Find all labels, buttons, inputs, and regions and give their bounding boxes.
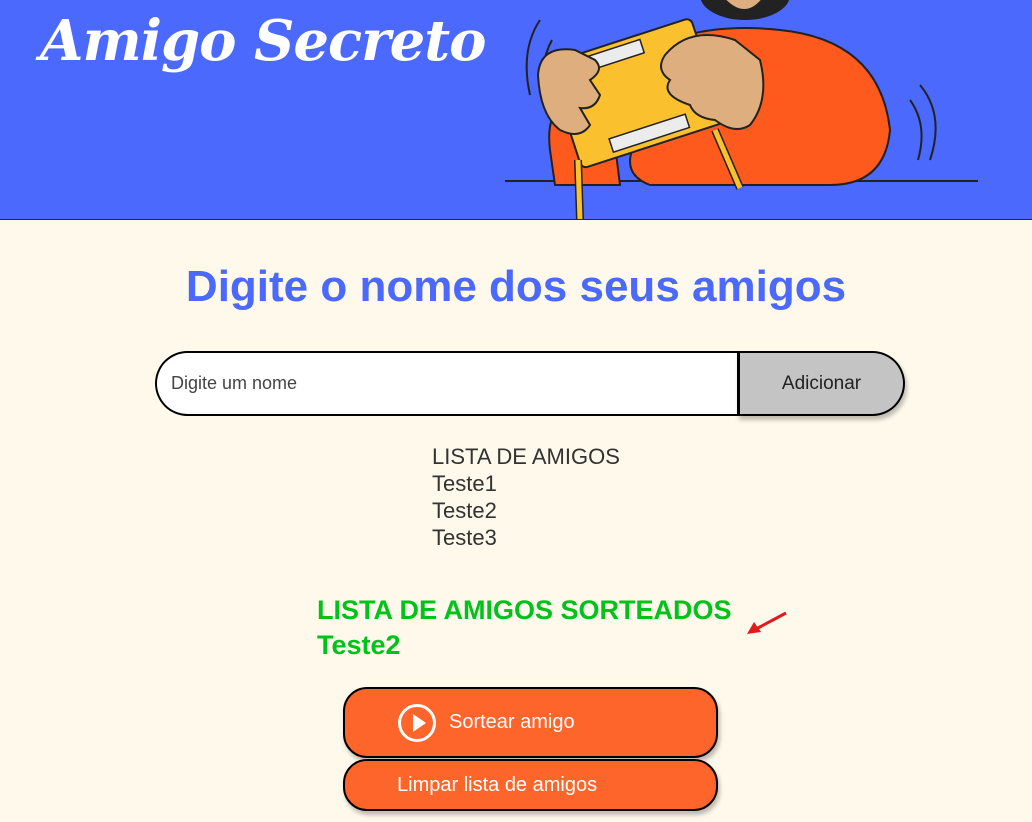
section-title: Digite o nome dos seus amigos (185, 262, 847, 311)
play-circle-icon (398, 703, 436, 742)
list-item: Teste1 (432, 471, 497, 496)
result-item: Teste2 (317, 630, 401, 660)
add-friend-row: Adicionar (155, 351, 905, 416)
draw-button-label: Sortear amigo (449, 711, 575, 733)
app-title: Amigo Secreto (40, 8, 486, 74)
clear-button-label: Limpar lista de amigos (397, 773, 598, 796)
friend-name-input[interactable] (155, 351, 737, 416)
header-illustration (505, 0, 978, 219)
red-arrow-icon (747, 611, 787, 634)
clear-list-button[interactable]: Limpar lista de amigos (343, 759, 718, 811)
result-list: Teste2 (317, 629, 401, 661)
header: Amigo Secreto (0, 0, 1032, 220)
result-list-heading: LISTA DE AMIGOS SORTEADOS (317, 595, 732, 625)
list-item: Teste2 (432, 498, 497, 523)
add-button[interactable]: Adicionar (737, 351, 905, 416)
draw-friend-button[interactable]: Sortear amigo (343, 687, 718, 758)
list-item: Teste3 (432, 525, 497, 550)
friends-list: Teste1 Teste2 Teste3 (432, 470, 497, 551)
friends-list-heading: LISTA DE AMIGOS (432, 444, 620, 469)
